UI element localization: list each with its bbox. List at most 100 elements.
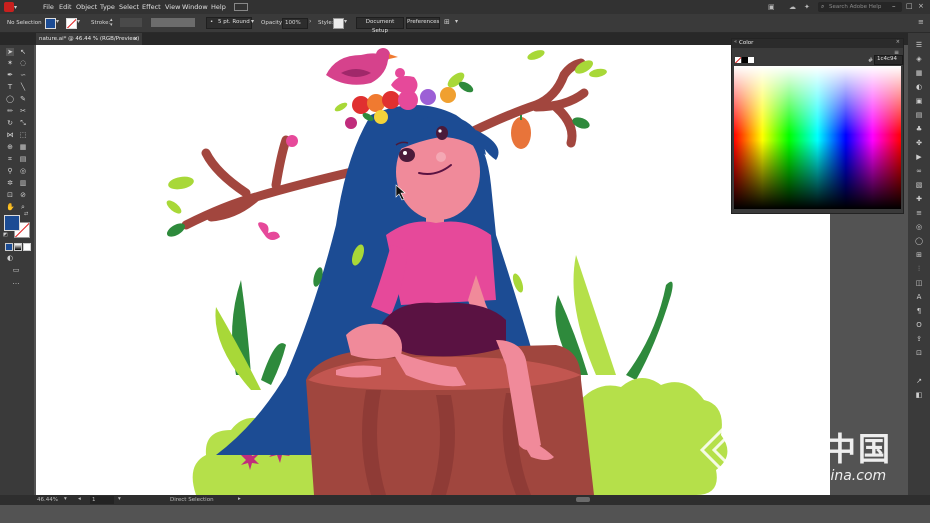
scissors-tool-icon[interactable]: ✂: [19, 107, 27, 115]
transform-icon[interactable]: ⊞: [914, 251, 924, 259]
app-logo-icon[interactable]: [4, 2, 14, 12]
zoom-field[interactable]: 46.44%: [36, 496, 62, 504]
scale-tool-icon[interactable]: ⤡: [19, 119, 27, 127]
menu-type[interactable]: Type: [100, 3, 115, 11]
menu-object[interactable]: Object: [76, 3, 97, 11]
fill-color-box[interactable]: [4, 215, 20, 231]
shape-builder-tool-icon[interactable]: ⊕: [6, 143, 14, 151]
arrange-dropdown-icon[interactable]: ▾: [455, 18, 458, 25]
lightbulb-icon[interactable]: ✦: [804, 3, 812, 11]
artboards-icon[interactable]: ⊡: [914, 349, 924, 357]
menu-select[interactable]: Select: [119, 3, 139, 11]
menu-help[interactable]: Help: [211, 3, 226, 11]
brush-dropdown-icon[interactable]: ▾: [251, 18, 254, 25]
document-setup-button[interactable]: Document Setup: [356, 17, 404, 34]
color-guide-icon[interactable]: ▣: [914, 97, 924, 105]
none-swatch[interactable]: [735, 57, 741, 63]
cloud-icon[interactable]: ☁: [789, 3, 798, 11]
document-tab[interactable]: nature.ai* @ 46.44 % (RGB/Preview) ×: [36, 33, 142, 45]
swap-colors-icon[interactable]: ⇄: [24, 211, 28, 217]
opentype-icon[interactable]: O: [914, 321, 924, 329]
minimize-window-button[interactable]: –: [892, 2, 900, 12]
selection-tool-icon[interactable]: ➤: [6, 48, 14, 56]
menu-effect[interactable]: Effect: [142, 3, 161, 11]
menu-file[interactable]: File: [43, 3, 54, 11]
panel-menu-icon[interactable]: ≡: [918, 17, 926, 27]
direct-selection-tool-icon[interactable]: ↖: [19, 48, 27, 56]
fill-color-swatch[interactable]: [45, 18, 56, 29]
perspective-grid-tool-icon[interactable]: ▦: [19, 143, 27, 151]
variable-width-field[interactable]: [151, 18, 195, 27]
mesh-tool-icon[interactable]: ⌗: [6, 155, 14, 163]
gradient-tool-icon[interactable]: ▤: [19, 155, 27, 163]
links-icon[interactable]: ∞: [914, 167, 924, 175]
menu-view[interactable]: View: [165, 3, 180, 11]
play-actions-icon[interactable]: ▶: [914, 153, 924, 161]
symbols-icon[interactable]: ✤: [914, 139, 924, 147]
zoom-dropdown-icon[interactable]: ▾: [64, 496, 67, 502]
pathfinder-icon[interactable]: ◫: [914, 279, 924, 287]
menu-window[interactable]: Window: [182, 3, 208, 11]
status-menu-icon[interactable]: ▸: [238, 496, 241, 502]
line-segment-tool-icon[interactable]: ╲: [19, 83, 27, 91]
next-artboard-icon[interactable]: ▾: [118, 496, 121, 502]
none-mode-icon[interactable]: [23, 243, 31, 251]
stroke-dropdown-icon[interactable]: ▾: [77, 18, 80, 25]
magic-wand-tool-icon[interactable]: ✶: [6, 59, 14, 67]
stroke-panel-icon[interactable]: ≡: [914, 209, 924, 217]
brush-definition-dropdown[interactable]: • 5 pt. Round: [206, 17, 252, 29]
width-tool-icon[interactable]: ⋈: [6, 131, 14, 139]
artboard-number-field[interactable]: 1: [90, 496, 114, 504]
lasso-tool-icon[interactable]: ◌: [19, 59, 27, 67]
fill-dropdown-icon[interactable]: ▾: [56, 18, 59, 25]
hex-field[interactable]: 1c4c94: [874, 55, 903, 65]
character-icon[interactable]: A: [914, 293, 924, 301]
workspace-switcher-icon[interactable]: [234, 3, 248, 11]
ellipse-tool-icon[interactable]: ◯: [6, 95, 14, 103]
prev-artboard-icon[interactable]: ◂: [78, 496, 81, 502]
pen-tool-icon[interactable]: ✒: [6, 71, 14, 79]
eyedropper-tool-icon[interactable]: ⚲: [6, 167, 14, 175]
white-swatch[interactable]: [748, 57, 754, 63]
appearance-icon[interactable]: ✚: [914, 195, 924, 203]
artboard-tool-icon[interactable]: ⊡: [6, 191, 14, 199]
export-icon[interactable]: ↗: [914, 377, 924, 385]
align-icon[interactable]: ⫶: [914, 265, 924, 273]
libraries-icon[interactable]: ▦: [914, 69, 924, 77]
opacity-dropdown-icon[interactable]: ›: [309, 18, 311, 25]
edit-toolbar-icon[interactable]: …: [12, 278, 20, 286]
color-panel-close-icon[interactable]: ×: [896, 39, 900, 45]
arrange-icon[interactable]: ⊞: [444, 17, 454, 27]
color-panel-collapse-icon[interactable]: «: [734, 39, 737, 45]
slice-tool-icon[interactable]: ⊘: [19, 191, 27, 199]
blend-tool-icon[interactable]: ◎: [19, 167, 27, 175]
color-panel-tab[interactable]: Color: [739, 40, 753, 46]
color-mode-icon[interactable]: [5, 243, 13, 251]
style-dropdown-icon[interactable]: ▾: [344, 18, 347, 25]
brushes-icon[interactable]: ♣: [914, 125, 924, 133]
curvature-tool-icon[interactable]: ∽: [19, 71, 27, 79]
default-colors-icon[interactable]: ◩: [3, 232, 8, 238]
close-tab-icon[interactable]: ×: [133, 33, 138, 45]
pencil-tool-icon[interactable]: ✏: [6, 107, 14, 115]
column-graph-tool-icon[interactable]: ▥: [19, 179, 27, 187]
rotate-tool-icon[interactable]: ↻: [6, 119, 14, 127]
color-icon[interactable]: ◐: [914, 83, 924, 91]
screen-mode-icon[interactable]: ▭: [12, 266, 20, 274]
free-transform-tool-icon[interactable]: ⬚: [19, 131, 27, 139]
type-tool-icon[interactable]: T: [6, 83, 14, 91]
layers-icon[interactable]: ◈: [914, 55, 924, 63]
gradient-mode-icon[interactable]: [14, 243, 22, 251]
horizontal-scrollbar-thumb[interactable]: [576, 497, 590, 502]
zoom-tool-icon[interactable]: ⌕: [19, 203, 27, 211]
color-spectrum[interactable]: [734, 66, 901, 209]
transparency-icon[interactable]: ◯: [914, 237, 924, 245]
opacity-field[interactable]: 100%: [282, 18, 308, 29]
hand-tool-icon[interactable]: ✋: [6, 203, 15, 211]
draw-mode-icon[interactable]: ◐: [6, 254, 14, 262]
paintbrush-tool-icon[interactable]: ✎: [19, 95, 27, 103]
close-window-button[interactable]: ×: [918, 2, 926, 12]
properties-icon[interactable]: ☰: [914, 41, 924, 49]
symbol-sprayer-tool-icon[interactable]: ✲: [6, 179, 14, 187]
search-field[interactable]: ⌕ Search Adobe Help: [818, 2, 902, 12]
